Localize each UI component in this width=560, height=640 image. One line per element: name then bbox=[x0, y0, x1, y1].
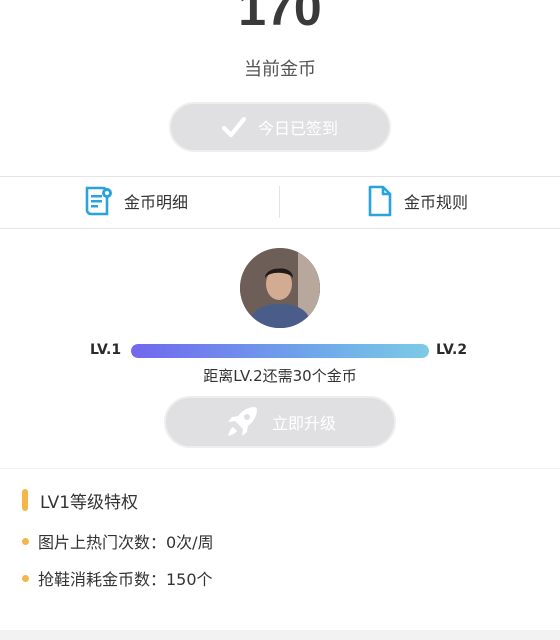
privileges-divider bbox=[0, 468, 560, 469]
level-progress-fill bbox=[131, 344, 429, 358]
privilege-item: 抢鞋消耗金币数：150个 bbox=[22, 566, 213, 590]
privilege-item-label: 图片上热门次数：0次/周 bbox=[38, 533, 214, 552]
level-progress-bar bbox=[131, 344, 429, 358]
checkin-button-label: 今日已签到 bbox=[257, 119, 338, 138]
bullet-dot-icon bbox=[22, 537, 29, 545]
bottom-separator bbox=[0, 630, 560, 640]
tabs-bottom-divider bbox=[0, 228, 560, 229]
tab-coin-details-label: 金币明细 bbox=[124, 193, 189, 212]
privileges-title-text: LV1等级特权 bbox=[40, 492, 139, 513]
coin-balance: 170 bbox=[238, 0, 322, 36]
upgrade-button[interactable]: 立即升级 bbox=[164, 396, 396, 448]
current-level-label: LV.1 bbox=[90, 342, 122, 358]
bullet-dot-icon bbox=[22, 574, 29, 582]
receipt-icon bbox=[82, 185, 114, 217]
tab-coin-details[interactable]: 金币明细 bbox=[82, 176, 188, 226]
title-accent-bar bbox=[22, 489, 28, 511]
avatar[interactable] bbox=[240, 248, 320, 328]
rocket-icon bbox=[224, 404, 260, 440]
coin-tabs: 金币明细 金币规则 bbox=[0, 176, 560, 228]
next-level-label: LV.2 bbox=[436, 342, 468, 358]
document-icon bbox=[366, 185, 394, 217]
coin-balance-label: 当前金币 bbox=[244, 59, 316, 80]
privileges-title: LV1等级特权 bbox=[22, 488, 139, 513]
checkmark-icon bbox=[221, 116, 246, 138]
tabs-vertical-divider bbox=[279, 186, 280, 218]
privilege-item: 图片上热门次数：0次/周 bbox=[22, 529, 214, 553]
checkin-button[interactable]: 今日已签到 bbox=[169, 102, 391, 152]
level-hint: 距离LV.2还需30个金币 bbox=[203, 367, 357, 385]
tab-coin-rules-label: 金币规则 bbox=[404, 193, 469, 212]
tab-coin-rules[interactable]: 金币规则 bbox=[366, 176, 468, 226]
upgrade-button-label: 立即升级 bbox=[271, 414, 336, 433]
privilege-item-label: 抢鞋消耗金币数：150个 bbox=[38, 570, 213, 589]
